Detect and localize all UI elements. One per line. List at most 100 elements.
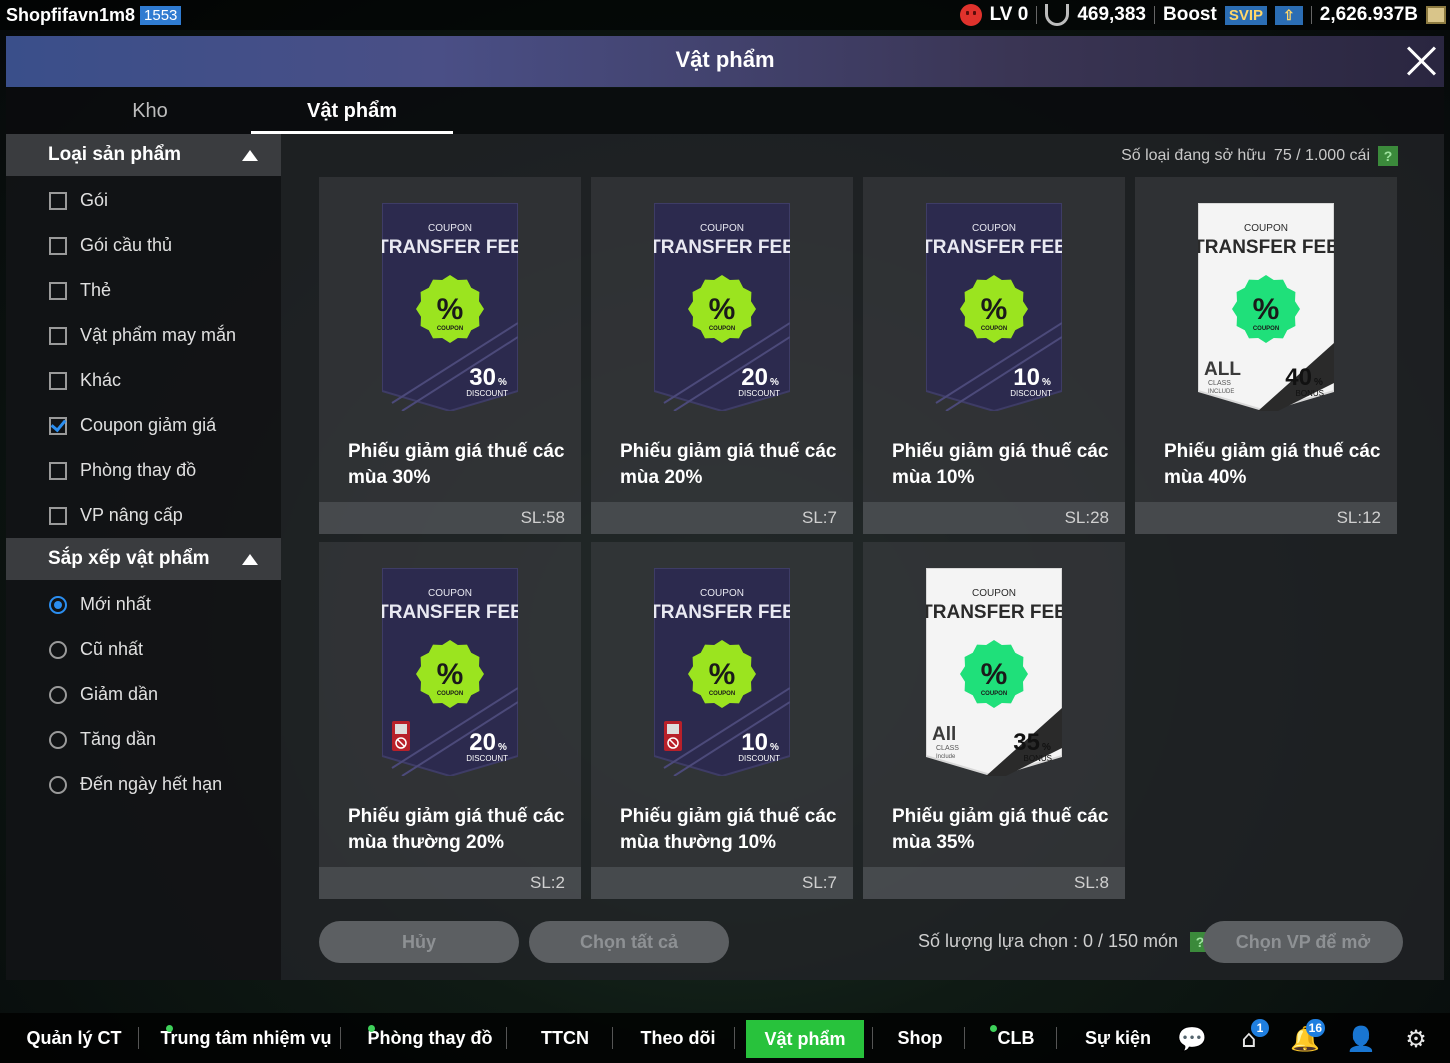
chat-icon[interactable]: 💬 — [1176, 1023, 1208, 1055]
filter-option[interactable]: Coupon giảm giá — [6, 403, 281, 448]
radio-button[interactable] — [49, 595, 67, 614]
coupon-visual: ALL CLASS INCLUDE COUPON TRANSFER FEE % … — [1193, 202, 1339, 413]
coupon-kind-text: DISCOUNT — [738, 754, 780, 763]
product-type-header[interactable]: Loại sản phẩm — [6, 134, 281, 176]
item-card[interactable]: COUPON TRANSFER FEE % COUPON 20 % DISCOU… — [319, 542, 581, 899]
svg-text:COUPON: COUPON — [981, 691, 1007, 697]
item-card[interactable]: ALL CLASS INCLUDE COUPON TRANSFER FEE % … — [1135, 177, 1397, 534]
checkbox[interactable] — [49, 281, 67, 300]
item-card[interactable]: COUPON TRANSFER FEE % COUPON 10 % DISCOU… — [863, 177, 1125, 534]
item-card[interactable]: COUPON TRANSFER FEE % COUPON 10 % DISCOU… — [591, 542, 853, 899]
divider — [1154, 6, 1155, 24]
nav-item[interactable]: Quản lý CT — [18, 1013, 130, 1063]
svg-text:%: % — [437, 658, 464, 691]
bottom-nav: Quản lý CT Trung tâm nhiệm vụ Phòng thay đ… — [0, 1013, 1450, 1063]
upgrade-arrow-icon[interactable]: ⇧ — [1275, 5, 1303, 25]
filter-option[interactable]: VP nâng cấp — [6, 493, 281, 538]
item-name: Phiếu giảm giá thuế các mùa 20% — [620, 441, 837, 488]
select-all-button[interactable]: Chọn tất cả — [529, 921, 729, 963]
product-type-title: Loại sản phẩm — [48, 144, 182, 165]
sort-option-label: Giảm dần — [80, 684, 159, 704]
item-card[interactable]: All CLASS Include COUPON TRANSFER FEE % … — [863, 542, 1125, 899]
svg-text:%: % — [981, 658, 1008, 691]
collapse-triangle-icon[interactable] — [242, 150, 258, 161]
checkbox[interactable] — [49, 461, 67, 480]
transfer-fee-text: TRANSFER FEE — [654, 237, 790, 258]
transfer-fee-text: TRANSFER FEE — [382, 602, 518, 623]
profile-icon[interactable]: 👤 — [1345, 1023, 1377, 1055]
checkbox[interactable] — [49, 191, 67, 210]
checkbox[interactable] — [49, 236, 67, 255]
filter-option[interactable]: Thẻ — [6, 268, 281, 313]
coupon-text: COUPON — [700, 223, 744, 234]
sort-option[interactable]: Tăng dần — [6, 717, 281, 762]
checkbox[interactable] — [49, 416, 67, 435]
filter-option[interactable]: Gói cầu thủ — [6, 223, 281, 268]
nav-item-label: Trung tâm nhiệm vụ — [160, 1028, 332, 1048]
checkbox[interactable] — [49, 371, 67, 390]
svg-text:%: % — [709, 293, 736, 326]
filter-option[interactable]: Phòng thay đồ — [6, 448, 281, 493]
filter-option-label: Gói — [80, 190, 109, 210]
checkbox[interactable] — [49, 326, 67, 345]
item-name: Phiếu giảm giá thuế các mùa 10% — [892, 441, 1109, 488]
item-quantity: SL:8 — [863, 867, 1125, 899]
selection-count-label: Số lượng lựa chọn : 0 / 150 món — [918, 931, 1179, 951]
nav-item[interactable]: Trung tâm nhiệm vụ — [160, 1013, 332, 1063]
bell-icon[interactable]: 🔔 16 — [1289, 1019, 1325, 1055]
svip-badge[interactable]: SVIP — [1224, 5, 1268, 25]
item-quantity: SL:58 — [319, 502, 581, 534]
tab-vat-pham[interactable]: Vật phẩm — [251, 88, 453, 134]
filter-option[interactable]: Vật phẩm may mắn — [6, 313, 281, 358]
trophy-icon — [1045, 4, 1070, 26]
home-icon[interactable]: ⌂ 1 — [1233, 1019, 1269, 1055]
nav-item[interactable]: Theo dõi — [630, 1013, 726, 1063]
coupon-kind-text: BONUS — [1296, 389, 1324, 398]
sort-option-label: Đến ngày hết hạn — [80, 774, 223, 794]
sort-option[interactable]: Giảm dần — [6, 672, 281, 717]
nav-item[interactable]: Sự kiện — [1074, 1013, 1162, 1063]
tab-kho[interactable]: Kho — [49, 88, 251, 134]
nav-item[interactable]: Phòng thay đồ — [362, 1013, 498, 1063]
nav-item[interactable]: Shop — [884, 1013, 956, 1063]
coupon-visual: COUPON TRANSFER FEE % COUPON 20 % DISCOU… — [649, 202, 795, 413]
divider — [964, 1027, 965, 1049]
svg-text:%: % — [1314, 377, 1323, 388]
nav-item[interactable]: CLB — [984, 1013, 1048, 1063]
nav-item[interactable]: TTCN — [526, 1013, 604, 1063]
item-card[interactable]: COUPON TRANSFER FEE % COUPON 30 % DISCOU… — [319, 177, 581, 534]
radio-button[interactable] — [49, 640, 67, 659]
cancel-button[interactable]: Hủy — [319, 921, 519, 963]
coupon-text: COUPON — [1244, 223, 1288, 234]
checkbox[interactable] — [49, 506, 67, 525]
radio-button[interactable] — [49, 685, 67, 704]
sort-option[interactable]: Mới nhất — [6, 582, 281, 627]
filter-option[interactable]: Khác — [6, 358, 281, 403]
sort-option-label: Cũ nhất — [80, 639, 144, 659]
item-card[interactable]: COUPON TRANSFER FEE % COUPON 20 % DISCOU… — [591, 177, 853, 534]
level-label: LV 0 — [989, 4, 1029, 25]
coupon-text: COUPON — [972, 588, 1016, 599]
coupon-visual: COUPON TRANSFER FEE % COUPON 20 % DISCOU… — [377, 567, 523, 778]
radio-button[interactable] — [49, 730, 67, 749]
divider — [612, 1027, 613, 1049]
open-selected-button[interactable]: Chọn VP để mở — [1203, 921, 1403, 963]
sort-header[interactable]: Sắp xếp vật phẩm — [6, 538, 281, 580]
divider — [506, 1027, 507, 1049]
help-icon[interactable]: ? — [1378, 146, 1398, 166]
svg-text:%: % — [981, 293, 1008, 326]
sort-option[interactable]: Cũ nhất — [6, 627, 281, 672]
collapse-triangle-icon[interactable] — [242, 554, 258, 565]
item-name: Phiếu giảm giá thuế các mùa thường 10% — [620, 806, 837, 853]
gear-icon[interactable]: ⚙ — [1400, 1023, 1432, 1055]
all-class-text: ALL — [1204, 359, 1241, 380]
radio-button[interactable] — [49, 775, 67, 794]
transfer-fee-text: TRANSFER FEE — [926, 602, 1062, 623]
close-icon[interactable] — [1404, 44, 1438, 78]
sort-option[interactable]: Đến ngày hết hạn — [6, 762, 281, 807]
filter-option-label: Thẻ — [80, 280, 112, 300]
filter-option[interactable]: Gói — [6, 178, 281, 223]
class-text: CLASS — [1208, 380, 1231, 387]
nav-item[interactable]: Vật phẩm — [746, 1020, 864, 1058]
status-bar: Shopfifavn1m8 1553 LV 0 469,383 Boost SV… — [0, 0, 1450, 30]
